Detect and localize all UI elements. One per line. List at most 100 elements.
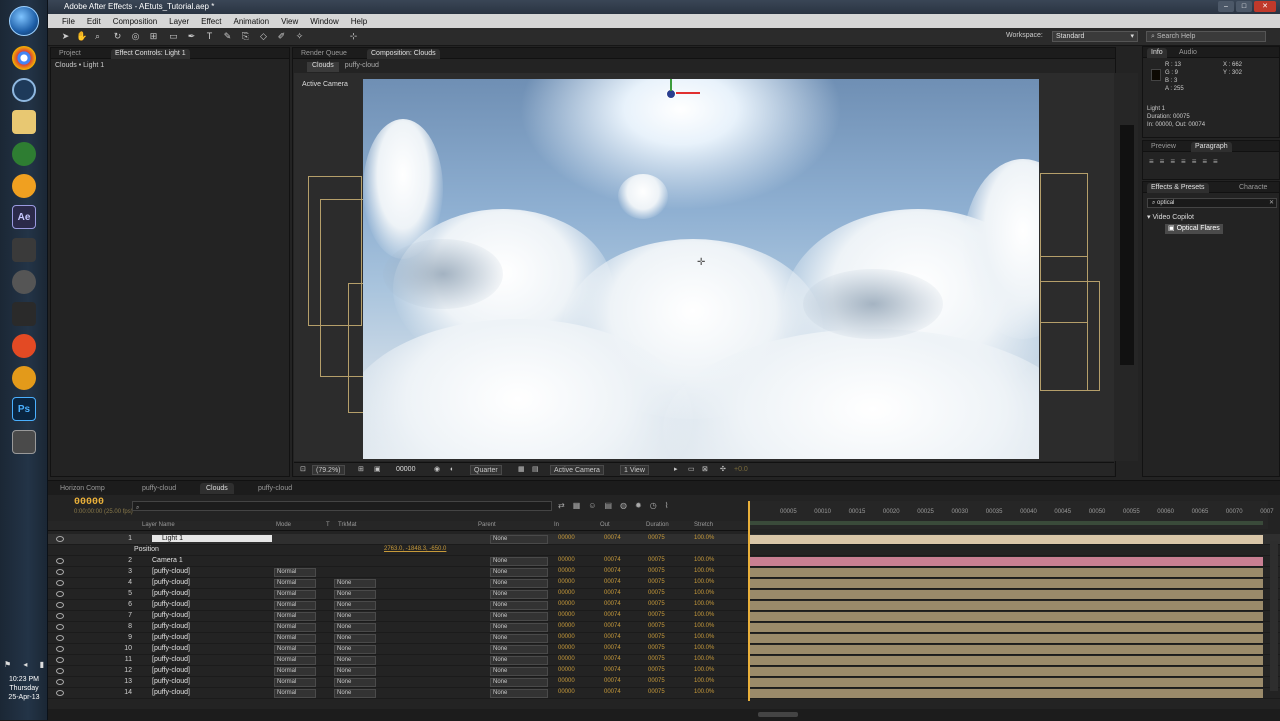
track-matte-select[interactable]: None bbox=[334, 579, 376, 588]
blend-mode-select[interactable]: Normal bbox=[274, 678, 316, 687]
volume-icon[interactable]: ◂ bbox=[23, 660, 27, 670]
layer-dur[interactable]: 00075 bbox=[648, 557, 665, 563]
x-axis-arrow-icon[interactable] bbox=[676, 92, 700, 94]
visibility-eye-icon[interactable] bbox=[56, 591, 64, 597]
layer-row[interactable]: 9 [puffy-cloud] Normal None None 00000 00074 00… bbox=[48, 633, 1280, 644]
layer-name[interactable]: [puffy-cloud] bbox=[152, 667, 190, 674]
work-area-bar[interactable] bbox=[748, 521, 1263, 525]
search-help-input[interactable]: ⌕ Search Help bbox=[1146, 31, 1266, 42]
parent-select[interactable]: None bbox=[490, 623, 548, 632]
track-matte-select[interactable]: None bbox=[334, 612, 376, 621]
parent-select[interactable]: None bbox=[490, 634, 548, 643]
layer-in[interactable]: 00000 bbox=[558, 645, 575, 651]
layer-in[interactable]: 00000 bbox=[558, 689, 575, 695]
layer-name[interactable]: [puffy-cloud] bbox=[152, 656, 190, 663]
col-parent[interactable]: Parent bbox=[478, 522, 496, 528]
selection-tool-icon[interactable]: ➤ bbox=[60, 31, 71, 42]
layer-name[interactable]: [puffy-cloud] bbox=[152, 601, 190, 608]
graph-editor-icon[interactable]: ⌇ bbox=[665, 501, 669, 510]
brainstorm-icon[interactable]: ✹ bbox=[635, 501, 642, 510]
col-layer-name[interactable]: Layer Name bbox=[142, 522, 175, 528]
justify-right-icon[interactable]: ≡ bbox=[1202, 157, 1207, 166]
zoom-select[interactable]: (79.2%) bbox=[312, 465, 345, 475]
layer-stretch[interactable]: 100.0% bbox=[694, 678, 714, 684]
col-stretch[interactable]: Stretch bbox=[694, 522, 713, 528]
visibility-eye-icon[interactable] bbox=[56, 602, 64, 608]
blend-mode-select[interactable]: Normal bbox=[274, 623, 316, 632]
layer-stretch[interactable]: 100.0% bbox=[694, 579, 714, 585]
current-time-indicator[interactable] bbox=[748, 501, 750, 701]
layer-duration-bar[interactable] bbox=[748, 634, 1263, 643]
blend-mode-select[interactable]: Normal bbox=[274, 601, 316, 610]
layer-out[interactable]: 00074 bbox=[604, 579, 621, 585]
position-value[interactable]: 2763.0, -1848.3, -650.0 bbox=[384, 546, 446, 552]
rotate-tool-icon[interactable]: ↻ bbox=[112, 31, 123, 42]
layer-duration-bar[interactable] bbox=[748, 689, 1263, 698]
layer-duration-bar[interactable] bbox=[748, 623, 1263, 632]
tab-horizon-comp[interactable]: Horizon Comp bbox=[54, 483, 111, 494]
blend-mode-select[interactable]: Normal bbox=[274, 689, 316, 698]
justify-all-icon[interactable]: ≡ bbox=[1213, 157, 1218, 166]
current-timecode[interactable]: 00000 bbox=[74, 497, 104, 508]
menu-view[interactable]: View bbox=[275, 17, 304, 26]
auto-keyframe-icon[interactable]: ◷ bbox=[650, 501, 657, 510]
col-mode[interactable]: Mode bbox=[276, 522, 291, 528]
layer-out[interactable]: 00074 bbox=[604, 634, 621, 640]
layer-name[interactable]: [puffy-cloud] bbox=[152, 689, 190, 696]
layer-stretch[interactable]: 100.0% bbox=[694, 689, 714, 695]
track-matte-select[interactable]: None bbox=[334, 656, 376, 665]
capture-icon[interactable] bbox=[12, 430, 36, 454]
parent-select[interactable]: None bbox=[490, 656, 548, 665]
layer-out[interactable]: 00074 bbox=[604, 568, 621, 574]
layer-duration-bar[interactable] bbox=[748, 579, 1263, 588]
layer-out[interactable]: 00074 bbox=[604, 656, 621, 662]
tab-preview[interactable]: Preview bbox=[1147, 142, 1180, 152]
brush-tool-icon[interactable]: ✎ bbox=[222, 31, 233, 42]
network-icon[interactable]: ▮ bbox=[40, 660, 44, 670]
col-t[interactable]: T bbox=[326, 522, 330, 528]
effect-category[interactable]: ▾ Video Copilot bbox=[1147, 213, 1194, 221]
layer-row[interactable]: 10 [puffy-cloud] Normal None None 00000 00074 0… bbox=[48, 644, 1280, 655]
blend-mode-select[interactable]: Normal bbox=[274, 645, 316, 654]
layer-stretch[interactable]: 100.0% bbox=[694, 623, 714, 629]
layer-duration-bar[interactable] bbox=[748, 568, 1263, 577]
parent-select[interactable]: None bbox=[490, 579, 548, 588]
parent-select[interactable]: None bbox=[490, 612, 548, 621]
layer-name[interactable]: Camera 1 bbox=[152, 557, 183, 564]
layer-out[interactable]: 00074 bbox=[604, 612, 621, 618]
tab-render-queue[interactable]: Render Queue bbox=[297, 49, 351, 59]
parent-select[interactable]: None bbox=[490, 645, 548, 654]
visibility-eye-icon[interactable] bbox=[56, 690, 64, 696]
exposure-icon[interactable]: ✣ bbox=[720, 465, 726, 475]
layer-name[interactable]: [puffy-cloud] bbox=[152, 634, 190, 641]
visibility-eye-icon[interactable] bbox=[56, 668, 64, 674]
pan-behind-tool-icon[interactable]: ⊞ bbox=[148, 31, 159, 42]
layer-dur[interactable]: 00075 bbox=[648, 568, 665, 574]
camtasia-icon[interactable] bbox=[12, 174, 36, 198]
tab-clouds[interactable]: Clouds bbox=[200, 483, 234, 494]
layer-in[interactable]: 00000 bbox=[558, 634, 575, 640]
tab-effect-controls[interactable]: Effect Controls: Light 1 bbox=[111, 49, 190, 59]
layer-dur[interactable]: 00075 bbox=[648, 535, 665, 541]
photoshop-icon[interactable]: Ps bbox=[12, 397, 36, 421]
flag-icon[interactable]: ⚑ bbox=[4, 660, 11, 670]
layer-name[interactable]: Light 1 bbox=[152, 535, 272, 542]
leaf-icon[interactable] bbox=[12, 142, 36, 166]
layer-duration-bar[interactable] bbox=[748, 557, 1263, 566]
layer-out[interactable]: 00074 bbox=[604, 689, 621, 695]
tab-character[interactable]: Characte bbox=[1235, 183, 1271, 193]
draft-3d-icon[interactable]: ▦ bbox=[573, 501, 581, 510]
region-of-interest-icon[interactable]: ▦ bbox=[518, 465, 525, 475]
parent-select[interactable]: None bbox=[490, 601, 548, 610]
layer-out[interactable]: 00074 bbox=[604, 535, 621, 541]
show-snapshot-icon[interactable]: ◐ bbox=[450, 465, 454, 475]
layer-stretch[interactable]: 100.0% bbox=[694, 568, 714, 574]
audition-icon[interactable] bbox=[12, 366, 36, 390]
system-clock[interactable]: 10:23 PM Thursday 25-Apr-13 bbox=[0, 675, 48, 702]
col-duration[interactable]: Duration bbox=[646, 522, 669, 528]
composition-mini-flowchart-icon[interactable]: ⇄ bbox=[558, 501, 565, 510]
y-axis-arrow-icon[interactable] bbox=[670, 79, 672, 91]
layer-dur[interactable]: 00075 bbox=[648, 612, 665, 618]
layer-in[interactable]: 00000 bbox=[558, 590, 575, 596]
visibility-eye-icon[interactable] bbox=[56, 624, 64, 630]
